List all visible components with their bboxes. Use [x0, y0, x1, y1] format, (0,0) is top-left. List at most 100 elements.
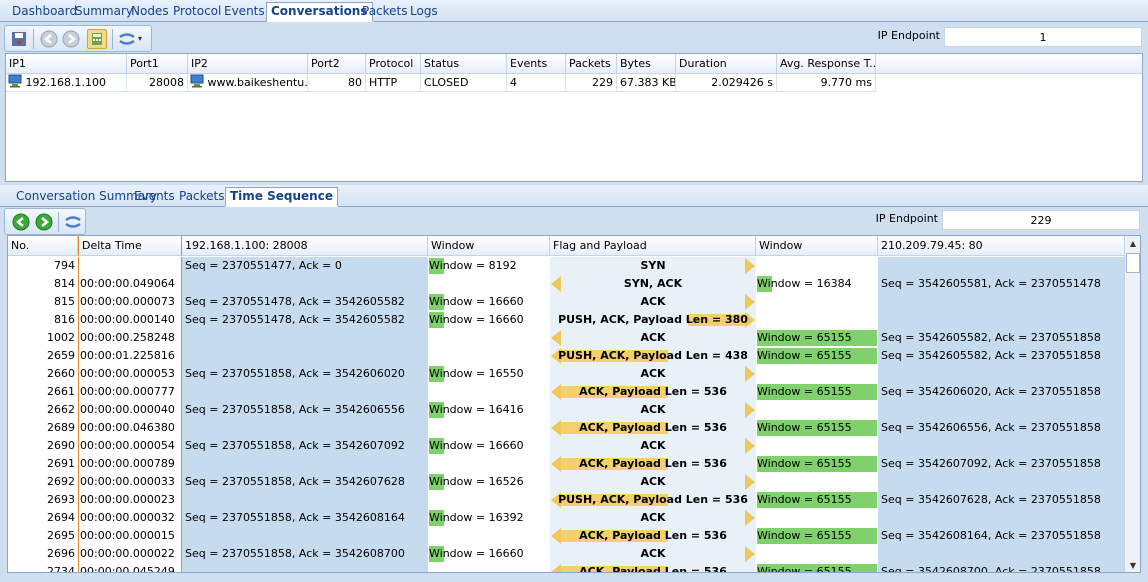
flag-text: ACK, Payload Len = 536	[579, 421, 727, 434]
window-1	[428, 419, 550, 437]
window-2	[756, 365, 878, 383]
column-header-port2[interactable]: Port2	[308, 54, 366, 74]
tab-events[interactable]: Events	[130, 188, 179, 207]
column-header-status[interactable]: Status	[421, 54, 507, 74]
calculator-icon[interactable]	[87, 29, 107, 49]
column-header-duration[interactable]: Duration	[676, 54, 777, 74]
window-1: Window = 16660	[428, 437, 550, 455]
column-header-ip2[interactable]: IP2	[188, 54, 308, 74]
column-header-protocol[interactable]: Protocol	[366, 54, 421, 74]
window-1-value: Window = 16660	[429, 295, 524, 308]
endpoint-2-seq	[878, 365, 1125, 383]
window-2: Window = 65155	[756, 329, 878, 347]
packet-number: 2694	[8, 509, 78, 527]
delta-time: 00:00:00.258248	[78, 329, 182, 347]
sequence-row[interactable]: 2691 00:00:00.000789 ACK, Payload Len = 53…	[8, 455, 1125, 473]
flag-payload: PUSH, ACK, Payload Len = 536	[550, 491, 756, 509]
sequence-row[interactable]: 2696 00:00:00.000022 Seq = 2370551858, Ack…	[8, 545, 1125, 563]
window-2: Window = 65155	[756, 527, 878, 545]
sequence-row[interactable]: 1002 00:00:00.258248 ACK Window = 65155 Seq …	[8, 329, 1125, 347]
column-header-packets[interactable]: Packets	[566, 54, 617, 74]
tab-logs[interactable]: Logs	[406, 3, 442, 22]
tab-packets[interactable]: Packets	[358, 3, 412, 22]
column-header-delta-time[interactable]: Delta Time	[78, 236, 182, 256]
window-1	[428, 455, 550, 473]
sequence-row[interactable]: 2692 00:00:00.000033 Seq = 2370551858, Ack…	[8, 473, 1125, 491]
window-2-value: Window = 65155	[757, 565, 852, 573]
dropdown-icon[interactable]: ▾	[138, 29, 148, 49]
vertical-scrollbar[interactable]: ▲ ▼	[1124, 236, 1140, 572]
sequence-row[interactable]: 2690 00:00:00.000054 Seq = 2370551858, Ack…	[8, 437, 1125, 455]
sequence-row[interactable]: 2694 00:00:00.000032 Seq = 2370551858, Ack…	[8, 509, 1125, 527]
flag-payload: ACK, Payload Len = 536	[550, 527, 756, 545]
sequence-row[interactable]: 2695 00:00:00.000015 ACK, Payload Len = 53…	[8, 527, 1125, 545]
sequence-row[interactable]: 2662 00:00:00.000040 Seq = 2370551858, Ack…	[8, 401, 1125, 419]
ip-endpoint-value[interactable]: 229	[942, 210, 1140, 230]
delta-time: 00:00:00.000073	[78, 293, 182, 311]
packet-number: 1002	[8, 329, 78, 347]
sequence-row[interactable]: 794 Seq = 2370551477, Ack = 0 Window = 819…	[8, 257, 1125, 275]
network-icon[interactable]	[117, 29, 137, 49]
tab-protocol[interactable]: Protocol	[169, 3, 225, 22]
flag-text: ACK	[640, 511, 666, 524]
scroll-down-icon[interactable]: ▼	[1125, 558, 1140, 572]
sequence-row[interactable]: 2659 00:00:01.225816 PUSH, ACK, Payload Le…	[8, 347, 1125, 365]
window-1: Window = 16660	[428, 311, 550, 329]
save-icon[interactable]	[9, 29, 29, 49]
scroll-thumb[interactable]	[1126, 253, 1140, 273]
delta-time: 00:00:01.225816	[78, 347, 182, 365]
delta-time: 00:00:00.000054	[78, 437, 182, 455]
window-2	[756, 401, 878, 419]
time-sequence-rows: 794 Seq = 2370551477, Ack = 0 Window = 819…	[8, 257, 1125, 573]
column-header-events[interactable]: Events	[507, 54, 566, 74]
ip-endpoint-value[interactable]: 1	[944, 27, 1142, 47]
column-header-port1[interactable]: Port1	[127, 54, 188, 74]
window-1	[428, 491, 550, 509]
sequence-row[interactable]: 2661 00:00:00.000777 ACK, Payload Len = 53…	[8, 383, 1125, 401]
column-header-bytes[interactable]: Bytes	[617, 54, 676, 74]
sequence-row[interactable]: 816 00:00:00.000140 Seq = 2370551478, Ack …	[8, 311, 1125, 329]
packet-number: 815	[8, 293, 78, 311]
sequence-row[interactable]: 814 00:00:00.049064 SYN, ACK Window = 16384…	[8, 275, 1125, 293]
sequence-row[interactable]: 815 00:00:00.000073 Seq = 2370551478, Ack …	[8, 293, 1125, 311]
endpoint-2-seq: Seq = 3542607092, Ack = 2370551858	[878, 455, 1125, 473]
column-header-endpoint-1[interactable]: 192.168.1.100: 28008	[182, 236, 428, 256]
tab-packets[interactable]: Packets	[175, 188, 229, 207]
window-1-value: Window = 16660	[429, 313, 524, 326]
flag-text: PUSH, ACK, Payload Len = 438	[558, 349, 748, 362]
tab-events[interactable]: Events	[220, 3, 269, 22]
column-header-window-1[interactable]: Window	[428, 236, 550, 256]
sequence-row[interactable]: 2734 00:00:00.045249 ACK, Payload Len = 53…	[8, 563, 1125, 573]
back-icon[interactable]	[11, 212, 31, 232]
window-1: Window = 16416	[428, 401, 550, 419]
back-icon[interactable]	[39, 29, 59, 49]
window-2: Window = 65155	[756, 455, 878, 473]
window-1-value: Window = 16416	[429, 403, 524, 416]
flag-payload: PUSH, ACK, Payload Len = 380	[550, 311, 756, 329]
tab-conversations[interactable]: Conversations	[266, 2, 373, 22]
delta-time: 00:00:00.000015	[78, 527, 182, 545]
column-header-no[interactable]: No.	[8, 236, 78, 256]
column-header-endpoint-2[interactable]: 210.209.79.45: 80	[878, 236, 1125, 256]
scroll-up-icon[interactable]: ▲	[1125, 236, 1140, 252]
column-header-window-2[interactable]: Window	[756, 236, 878, 256]
column-header-avg-response[interactable]: Avg. Response T...	[777, 54, 876, 74]
endpoint-2-seq: Seq = 3542606556, Ack = 2370551858	[878, 419, 1125, 437]
main-tab-bar: Dashboard Summary Nodes Protocol Events …	[0, 0, 1148, 22]
sequence-row[interactable]: 2693 00:00:00.000023 PUSH, ACK, Payload Le…	[8, 491, 1125, 509]
delta-time: 00:00:00.000033	[78, 473, 182, 491]
flag-payload: ACK, Payload Len = 536	[550, 563, 756, 572]
column-header-flag-payload[interactable]: Flag and Payload	[550, 236, 756, 256]
forward-icon[interactable]	[61, 29, 81, 49]
sequence-row[interactable]: 2689 00:00:00.046380 ACK, Payload Len = 53…	[8, 419, 1125, 437]
window-2	[756, 311, 878, 329]
tab-time-sequence[interactable]: Time Sequence	[225, 187, 338, 207]
delta-time: 00:00:00.000022	[78, 545, 182, 563]
endpoint-2-seq	[878, 311, 1125, 329]
forward-icon[interactable]	[34, 212, 54, 232]
window-1: Window = 16660	[428, 293, 550, 311]
sequence-row[interactable]: 2660 00:00:00.000053 Seq = 2370551858, Ack…	[8, 365, 1125, 383]
tab-nodes[interactable]: Nodes	[127, 3, 173, 22]
column-header-ip1[interactable]: IP1	[6, 54, 127, 74]
network-icon[interactable]	[63, 212, 83, 232]
